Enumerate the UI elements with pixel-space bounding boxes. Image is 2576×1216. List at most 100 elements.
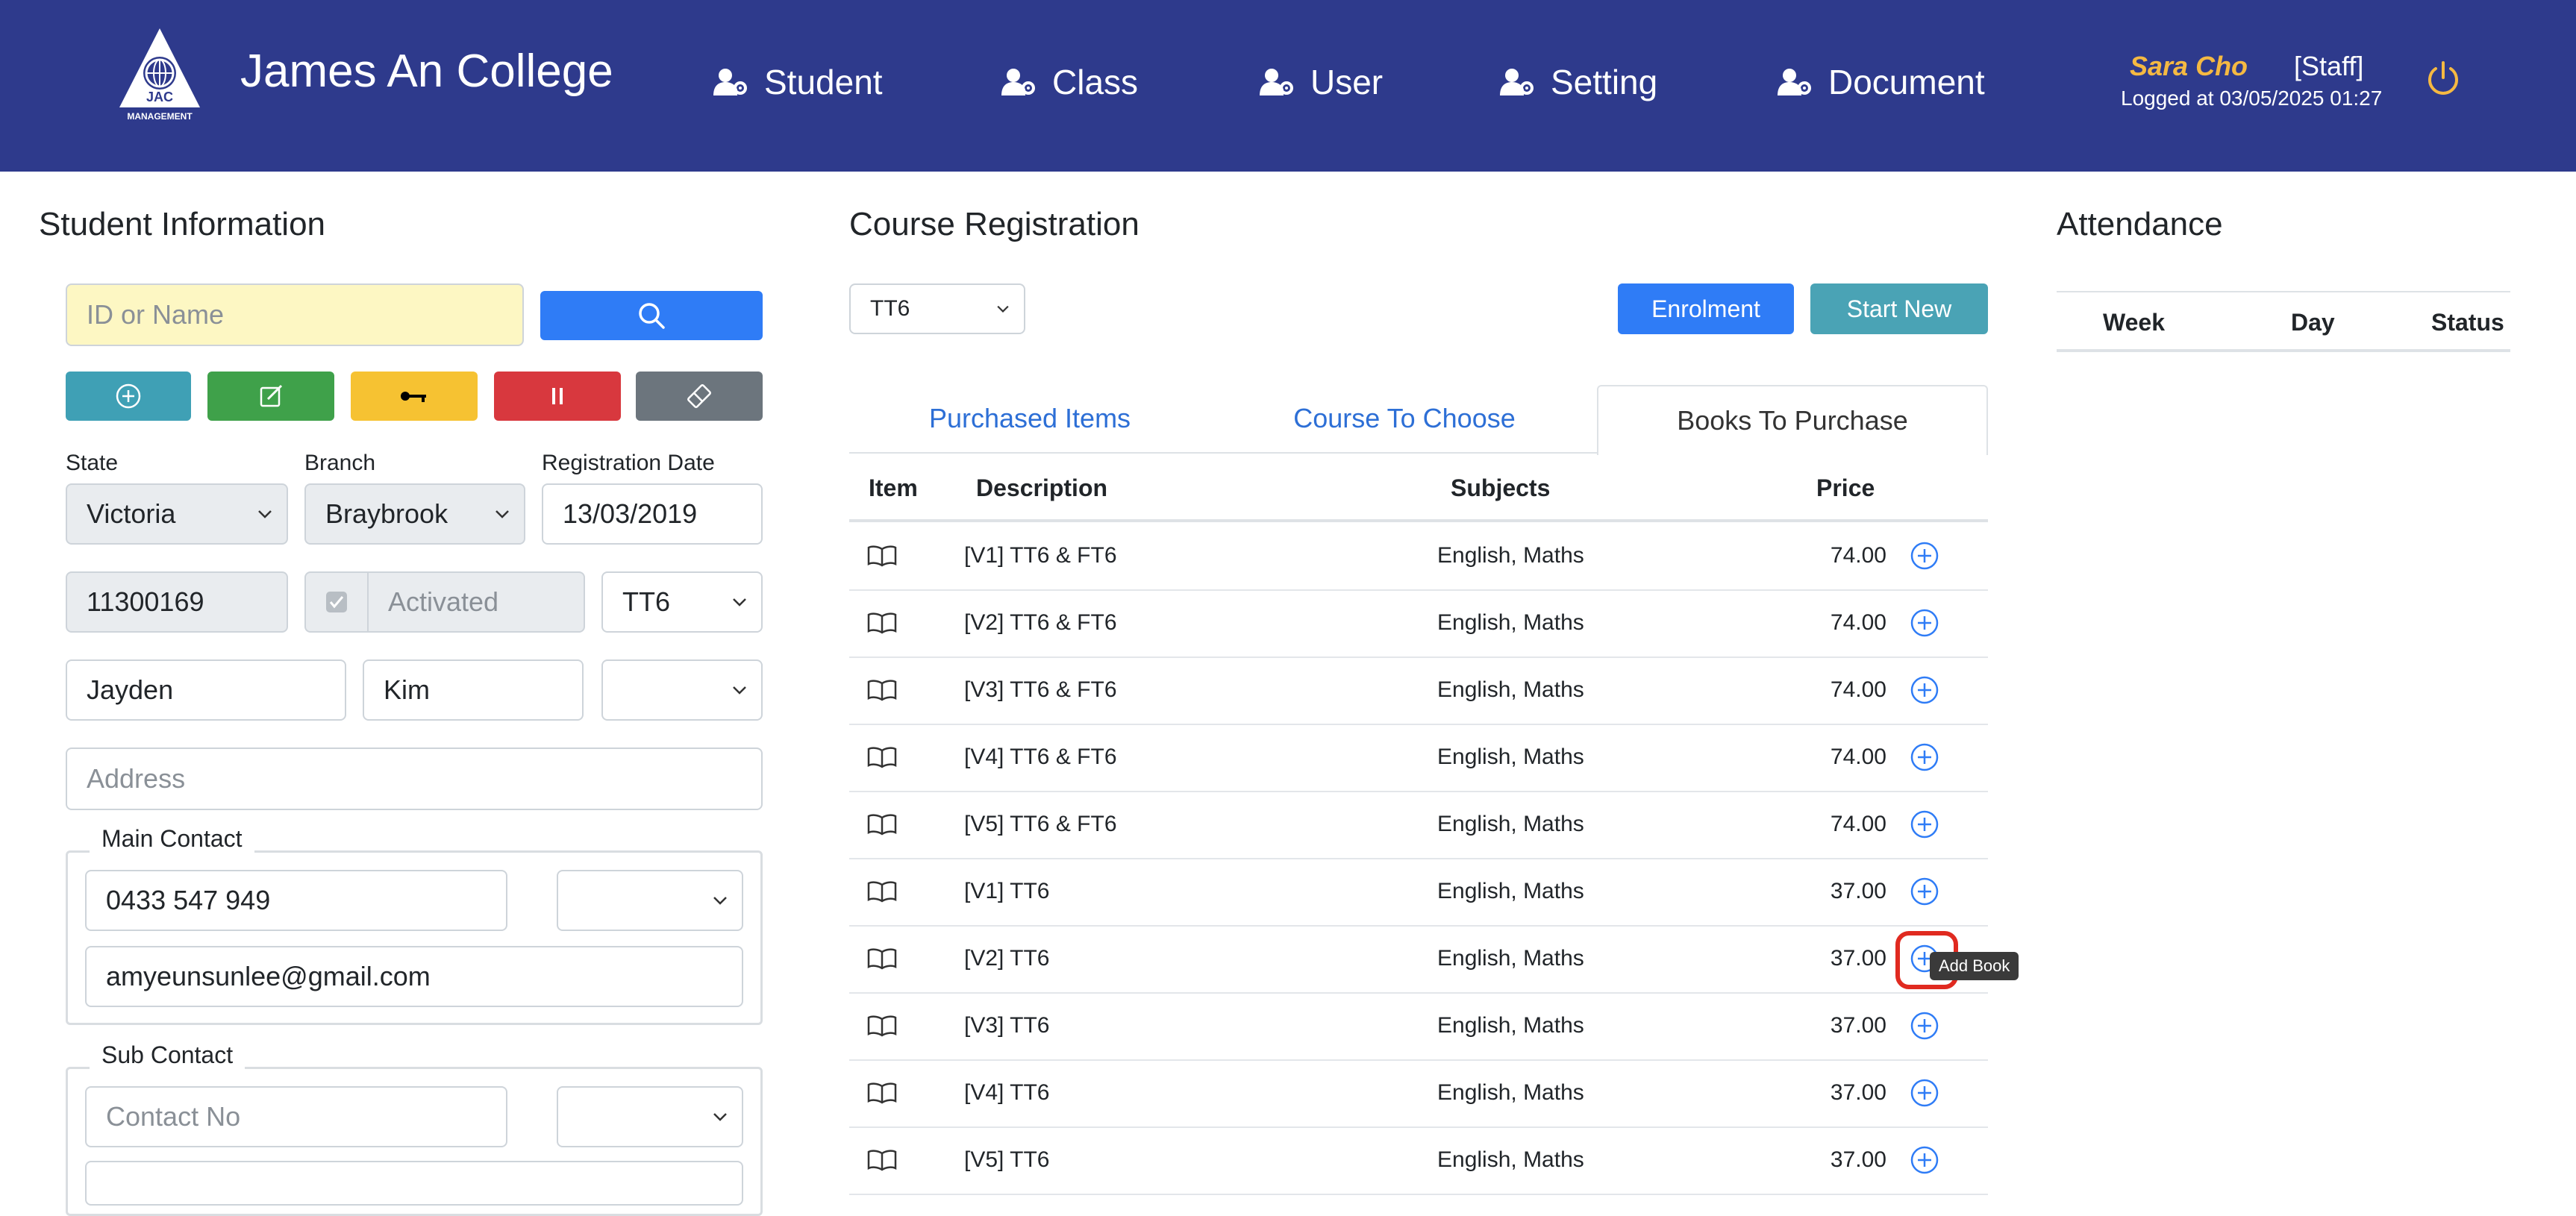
eraser-icon — [687, 384, 711, 408]
course-grade-value: TT6 — [870, 296, 910, 321]
tab-course-to-choose[interactable]: Course To Choose — [1224, 385, 1585, 452]
add-book-button[interactable] — [1909, 724, 1940, 791]
sub-email-input[interactable] — [85, 1161, 743, 1206]
address-input[interactable]: Address — [66, 748, 763, 810]
attendance-header-divider — [2057, 349, 2510, 352]
row-description: [V5] TT6 — [964, 1147, 1050, 1172]
activated-checkbox[interactable] — [306, 573, 369, 631]
user-gear-icon — [713, 69, 747, 95]
col-subjects-header: Subjects — [1451, 474, 1551, 501]
plus-circle-icon — [116, 383, 141, 409]
chevron-down-icon — [713, 1113, 727, 1121]
plus-circle-icon — [1909, 1144, 1940, 1176]
user-gear-icon — [1500, 69, 1534, 95]
start-new-button[interactable]: Start New — [1810, 283, 1988, 334]
add-book-button[interactable] — [1909, 791, 1940, 858]
edit-student-button[interactable] — [207, 372, 334, 421]
add-book-button[interactable] — [1909, 992, 1940, 1059]
add-book-button[interactable] — [1909, 589, 1940, 656]
main-email-value: amyeunsunlee@gmail.com — [106, 961, 431, 991]
state-select[interactable]: Victoria — [66, 483, 288, 545]
main-email-input[interactable]: amyeunsunlee@gmail.com — [85, 946, 743, 1007]
add-book-button[interactable] — [1909, 656, 1940, 724]
book-icon — [867, 992, 897, 1059]
nav-label: Setting — [1551, 63, 1658, 101]
attendance-title: Attendance — [2057, 206, 2223, 242]
course-grade-select[interactable]: TT6 — [849, 283, 1025, 334]
main-phone-input[interactable]: 0433 547 949 — [85, 870, 507, 931]
branch-select[interactable]: Braybrook — [304, 483, 525, 545]
row-subjects: English, Maths — [1437, 745, 1584, 769]
add-book-button[interactable] — [1909, 1059, 1940, 1126]
plus-circle-icon — [1909, 674, 1940, 706]
college-logo[interactable]: JAC MANAGEMENT — [113, 27, 206, 122]
user-gear-icon — [1001, 69, 1035, 95]
last-name-value: Kim — [384, 674, 430, 705]
user-name: Sara Cho — [2130, 51, 2248, 81]
nav-class[interactable]: Class — [1001, 60, 1138, 104]
nav-label: Document — [1828, 63, 1985, 101]
row-subjects: English, Maths — [1437, 610, 1584, 635]
add-book-button[interactable] — [1909, 858, 1940, 925]
add-book-button[interactable] — [1909, 1126, 1940, 1194]
grade-select[interactable]: TT6 — [601, 571, 763, 633]
chevron-down-icon — [713, 897, 727, 905]
row-price: 74.00 — [1830, 677, 1886, 702]
table-row: [V3] TT6 English, Maths 37.00 — [849, 992, 1988, 1061]
row-price: 37.00 — [1830, 1147, 1886, 1172]
row-description: [V3] TT6 — [964, 1013, 1050, 1038]
row-description: [V4] TT6 & FT6 — [964, 745, 1117, 769]
add-book-button[interactable] — [1909, 522, 1940, 589]
reg-date-value: 13/03/2019 — [563, 498, 698, 529]
nav-setting[interactable]: Setting — [1500, 60, 1657, 104]
book-icon — [867, 589, 897, 656]
tab-purchased-items[interactable]: Purchased Items — [849, 385, 1210, 452]
nav-document[interactable]: Document — [1778, 60, 1985, 104]
col-description-header: Description — [976, 474, 1108, 501]
row-price: 37.00 — [1830, 879, 1886, 903]
registration-date-input[interactable]: 13/03/2019 — [542, 483, 763, 545]
row-price: 37.00 — [1830, 946, 1886, 971]
row-description: [V1] TT6 — [964, 879, 1050, 903]
add-book-tooltip: Add Book — [1930, 952, 2019, 980]
search-placeholder: ID or Name — [87, 299, 225, 330]
row-price: 37.00 — [1830, 1013, 1886, 1038]
reg-date-label: Registration Date — [542, 451, 715, 475]
book-icon — [867, 1126, 897, 1194]
sub-contact-relation-select[interactable] — [557, 1086, 743, 1147]
sub-phone-input[interactable]: Contact No — [85, 1086, 507, 1147]
row-description: [V2] TT6 — [964, 946, 1050, 971]
password-key-button[interactable] — [351, 372, 478, 421]
logout-power-icon[interactable] — [2425, 60, 2461, 102]
enrolment-button[interactable]: Enrolment — [1618, 283, 1794, 334]
login-info: Logged at 03/05/2025 01:27 — [2121, 87, 2383, 110]
clear-form-button[interactable] — [636, 372, 763, 421]
last-name-input[interactable]: Kim — [363, 659, 584, 721]
col-status-header: Status — [2431, 309, 2504, 336]
book-icon — [867, 522, 897, 589]
row-subjects: English, Maths — [1437, 946, 1584, 971]
student-search-input[interactable]: ID or Name — [66, 283, 524, 346]
first-name-value: Jayden — [87, 674, 174, 705]
search-button[interactable] — [540, 291, 763, 340]
add-student-button[interactable] — [66, 372, 191, 421]
tab-label: Purchased Items — [928, 403, 1131, 433]
row-subjects: English, Maths — [1437, 879, 1584, 903]
student-id-value: 11300169 — [87, 586, 204, 617]
row-description: [V5] TT6 & FT6 — [964, 812, 1117, 836]
branch-label: Branch — [304, 451, 376, 475]
nav-student[interactable]: Student — [713, 60, 883, 104]
svg-text:JAC: JAC — [146, 90, 173, 104]
branch-value: Braybrook — [325, 498, 448, 529]
edit-icon — [260, 384, 283, 407]
pause-student-button[interactable] — [494, 372, 621, 421]
activated-label: Activated — [388, 586, 499, 617]
col-day-header: Day — [2291, 309, 2335, 336]
gender-select[interactable] — [601, 659, 763, 721]
activated-field[interactable]: Activated — [304, 571, 585, 633]
tab-books-to-purchase[interactable]: Books To Purchase — [1597, 385, 1988, 455]
main-contact-relation-select[interactable] — [557, 870, 743, 931]
nav-user[interactable]: User — [1260, 60, 1383, 104]
first-name-input[interactable]: Jayden — [66, 659, 346, 721]
book-icon — [867, 656, 897, 724]
